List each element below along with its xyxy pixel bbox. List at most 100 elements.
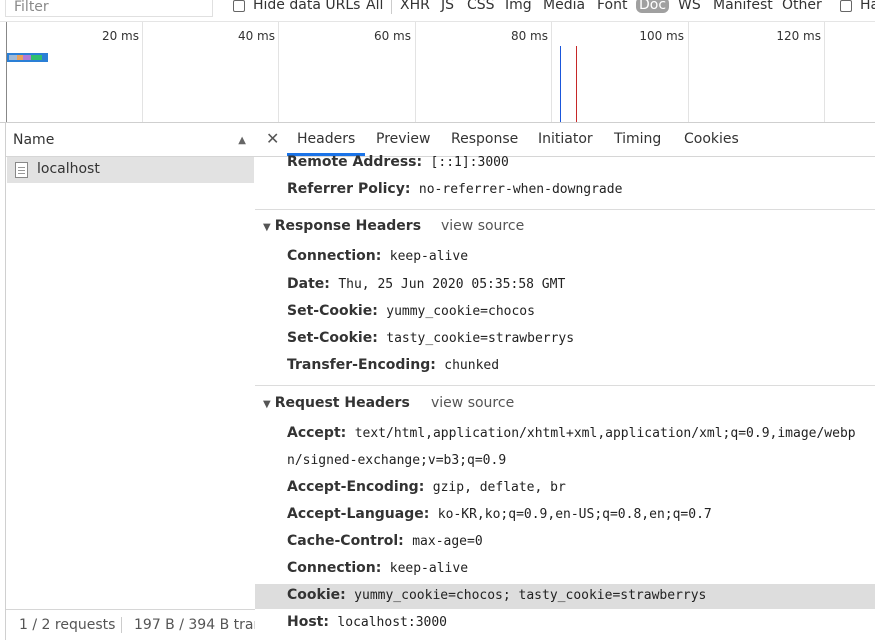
header-key: Cache-Control: [287,533,404,549]
status-separator [121,617,122,633]
overview-gridline [278,22,279,122]
header-key: Referrer Policy: [287,181,411,197]
header-row: Connection: keep-alive [287,560,468,582]
trailing-checkbox[interactable] [840,0,852,12]
request-view-source-link[interactable]: view source [431,395,514,411]
overview-gridline [142,22,143,122]
overview-tick-label: 80 ms [510,29,548,43]
request-list-header[interactable]: Name ▲ [6,123,255,157]
filter-type-css[interactable]: CSS [467,0,495,13]
load-event-marker [576,46,577,122]
filter-input[interactable] [5,0,213,17]
filter-type-other[interactable]: Other [782,0,822,13]
header-row: Remote Address: [::1]:3000 [287,154,509,176]
header-value: Thu, 25 Jun 2020 05:35:58 GMT [338,277,566,292]
header-row: Cache-Control: max-age=0 [287,533,483,555]
filter-type-js[interactable]: JS [441,0,454,13]
request-waterfall-ssl [23,55,31,60]
tab-preview[interactable]: Preview [376,131,431,147]
header-key: Accept: [287,425,347,441]
header-key: Set-Cookie: [287,330,378,346]
filter-toolbar: Hide data URLs All XHR JS CSS Img Media … [0,0,875,22]
response-headers-section-title[interactable]: ▼ Response Headers [263,218,421,234]
details-tabbar: ✕ Headers Preview Response Initiator Tim… [255,123,875,157]
overview-tick-label: 60 ms [373,29,411,43]
header-row: Referrer Policy: no-referrer-when-downgr… [287,181,622,203]
request-list-pane: Name ▲ localhost 1 / 2 requests 197 B / … [5,123,256,640]
request-details-pane: ✕ Headers Preview Response Initiator Tim… [255,123,875,640]
header-value: no-referrer-when-downgrade [418,182,623,197]
filter-type-img[interactable]: Img [505,0,532,13]
dom-content-loaded-marker [560,46,561,122]
hide-data-urls-label[interactable]: Hide data URLs [253,0,360,13]
overview-gridline [551,22,552,122]
tab-response[interactable]: Response [451,131,518,147]
overview-start-line [6,22,7,122]
header-row-highlighted[interactable]: Cookie: yummy_cookie=chocos; tasty_cooki… [255,584,875,609]
header-key: Date: [287,276,330,292]
filter-type-media[interactable]: Media [543,0,585,13]
header-row: Accept: text/html,application/xhtml+xml,… [287,425,856,447]
header-row: Accept-Encoding: gzip, deflate, br [287,479,566,501]
request-headers-section-title[interactable]: ▼ Request Headers [263,395,410,411]
tab-initiator[interactable]: Initiator [538,131,593,147]
header-key: Transfer-Encoding: [287,357,436,373]
header-value: yummy_cookie=chocos [386,304,535,319]
request-row[interactable]: localhost [7,157,254,183]
header-row: Date: Thu, 25 Jun 2020 05:35:58 GMT [287,276,565,298]
transfer-size: 197 B / 394 B tran [134,617,255,633]
overview-tick-label: 120 ms [776,29,821,43]
network-status-bar: 1 / 2 requests 197 B / 394 B tran [6,609,255,640]
document-icon [15,162,28,178]
filter-type-font[interactable]: Font [597,0,627,13]
header-key: Remote Address: [287,154,423,170]
expand-triangle-icon[interactable]: ▼ [263,222,271,233]
header-key: Accept-Language: [287,506,430,522]
request-waterfall-waiting [31,55,42,60]
header-row-continuation: n/signed-exchange;v=b3;q=0.9 [287,452,506,474]
network-overview[interactable]: 20 ms 40 ms 60 ms 80 ms 100 ms 120 ms [0,22,875,123]
sort-ascending-icon[interactable]: ▲ [238,135,246,146]
filter-type-all[interactable]: All [366,0,383,13]
filter-type-xhr[interactable]: XHR [400,0,430,13]
filter-separator [391,0,392,14]
close-icon[interactable]: ✕ [266,129,279,148]
overview-gridline [688,22,689,122]
header-value: tasty_cookie=strawberrys [386,331,575,346]
name-column-header[interactable]: Name [13,132,54,148]
tab-headers[interactable]: Headers [286,131,366,156]
header-row: Accept-Language: ko-KR,ko;q=0.9,en-US;q=… [287,506,712,528]
header-value: ko-KR,ko;q=0.9,en-US;q=0.8,en;q=0.7 [437,507,712,522]
header-value: localhost:3000 [337,615,447,630]
overview-tick-label: 100 ms [639,29,684,43]
header-key: Set-Cookie: [287,303,378,319]
header-row: Connection: keep-alive [287,248,468,270]
header-value: max-age=0 [412,534,483,549]
overview-gridline [824,22,825,122]
header-value: [::1]:3000 [430,155,509,170]
trailing-checkbox-label[interactable]: Ha [860,0,875,13]
request-name[interactable]: localhost [37,161,100,177]
header-value: yummy_cookie=chocos; tasty_cookie=strawb… [354,588,707,603]
overview-gridline [415,22,416,122]
header-value: chunked [444,358,500,373]
hide-data-urls-checkbox[interactable] [233,0,245,12]
header-key: Accept-Encoding: [287,479,425,495]
header-value: gzip, deflate, br [432,480,566,495]
filter-type-doc[interactable]: Doc [636,0,670,13]
request-waterfall-queue [9,55,17,60]
filter-type-ws[interactable]: WS [678,0,701,13]
filter-type-manifest[interactable]: Manifest [713,0,773,13]
header-row: Host: localhost:3000 [287,614,447,636]
tab-timing[interactable]: Timing [614,131,661,147]
tab-cookies[interactable]: Cookies [684,131,739,147]
expand-triangle-icon[interactable]: ▼ [263,399,271,410]
header-key: Connection: [287,248,382,264]
header-row: Set-Cookie: tasty_cookie=strawberrys [287,330,574,352]
section-divider [255,209,875,210]
header-key: Cookie: [287,587,346,603]
response-view-source-link[interactable]: view source [441,218,524,234]
header-value: text/html,application/xhtml+xml,applicat… [354,426,856,441]
header-value: keep-alive [389,249,469,264]
headers-content: Remote Address: [::1]:3000 Referrer Poli… [255,154,875,640]
